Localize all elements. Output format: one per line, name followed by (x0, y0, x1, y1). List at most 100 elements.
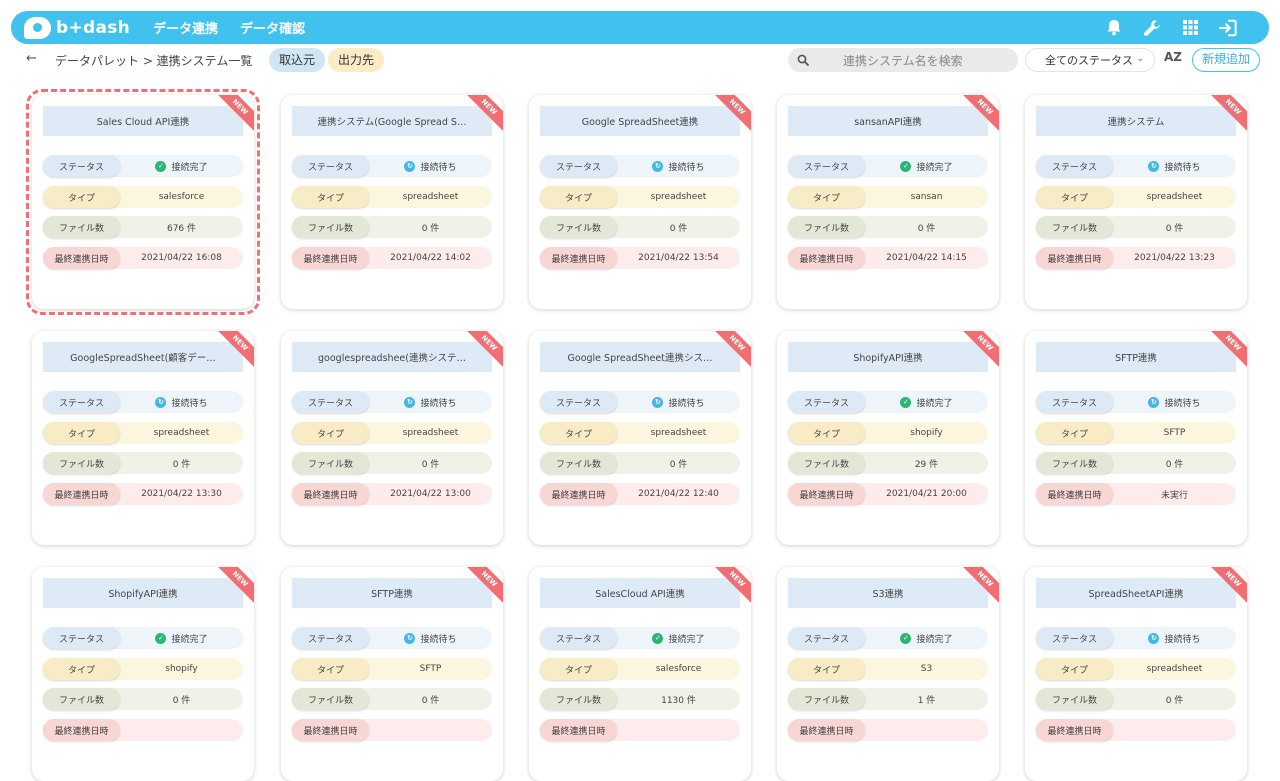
file-count-value: 0 件 (669, 223, 688, 234)
type-value: SFTP (1163, 428, 1186, 438)
last-sync-value: 2021/04/22 13:00 (390, 489, 471, 499)
tab-import-source[interactable]: 取込元 (269, 48, 326, 72)
type-row: タイプ spreadsheet (540, 186, 740, 208)
status-row: ステータス ✓ 接続完了 (788, 627, 988, 649)
last-sync-label: 最終連携日時 (1036, 483, 1113, 505)
last-sync-value: 2021/04/22 12:40 (638, 489, 719, 499)
system-card[interactable]: S3連携 NEW ステータス ✓ 接続完了 タイプ S3 ファイル数 1 件 最終… (777, 567, 999, 781)
system-card[interactable]: Sales Cloud API連携 NEW ステータス ✓ 接続完了 タイプ sa… (32, 95, 254, 309)
file-count-label: ファイル数 (1036, 452, 1113, 474)
status-value: ↻ 接続待ち (1113, 627, 1236, 649)
chevron-down-icon: ⌄ (1136, 54, 1144, 64)
last-sync-row: 最終連携日時 2021/04/22 13:23 (1036, 247, 1236, 269)
status-row: ステータス ↻ 接続待ち (540, 391, 740, 413)
status-label: ステータス (292, 155, 369, 177)
system-card[interactable]: SFTP連携 NEW ステータス ↻ 接続待ち タイプ SFTP ファイル数 0 … (1025, 331, 1247, 545)
card-title: SFTP連携 (1036, 342, 1236, 372)
type-label: タイプ (1036, 422, 1113, 444)
file-count-label: ファイル数 (292, 216, 369, 238)
nav-data-integration[interactable]: データ連携 (153, 18, 218, 37)
last-sync-value: 2021/04/21 20:00 (886, 489, 967, 499)
status-label: ステータス (1036, 155, 1113, 177)
add-new-button[interactable]: 新規追加 (1192, 48, 1260, 72)
card-title: SFTP連携 (292, 578, 492, 608)
last-sync-label: 最終連携日時 (540, 719, 617, 741)
last-sync-label: 最終連携日時 (43, 247, 120, 269)
status-value: ✓ 接続完了 (865, 155, 988, 177)
status-label: ステータス (788, 391, 865, 413)
last-sync-row: 最終連携日時 2021/04/22 13:30 (43, 483, 243, 505)
type-label: タイプ (292, 658, 369, 680)
status-value: ✓ 接続完了 (120, 155, 243, 177)
type-value: S3 (920, 664, 933, 674)
system-card[interactable]: sansanAPI連携 NEW ステータス ✓ 接続完了 タイプ sansan フ… (777, 95, 999, 309)
file-count-label: ファイル数 (43, 688, 120, 710)
system-card[interactable]: Google SpreadSheet連携 NEW ステータス ↻ 接続待ち タイプ… (529, 95, 751, 309)
type-row: タイプ spreadsheet (1036, 186, 1236, 208)
file-count-value: 0 件 (917, 223, 936, 234)
last-sync-row: 最終連携日時 2021/04/21 20:00 (788, 483, 988, 505)
card-title: ShopifyAPI連携 (43, 578, 243, 608)
status-value: ↻ 接続待ち (369, 627, 492, 649)
status-row: ステータス ↻ 接続待ち (1036, 391, 1236, 413)
type-value: spreadsheet (402, 428, 459, 438)
type-label: タイプ (292, 186, 369, 208)
last-sync-value (617, 719, 740, 741)
sync-icon: ↻ (404, 632, 416, 644)
tab-output-destination[interactable]: 出力先 (328, 48, 385, 72)
last-sync-label: 最終連携日時 (43, 719, 120, 741)
system-card[interactable]: SalesCloud API連携 NEW ステータス ✓ 接続完了 タイプ sal… (529, 567, 751, 781)
back-arrow-icon[interactable]: ← (26, 51, 37, 66)
file-count-row: ファイル数 1 件 (788, 688, 988, 710)
bell-icon[interactable] (1105, 19, 1123, 37)
system-card[interactable]: ShopifyAPI連携 NEW ステータス ✓ 接続完了 タイプ shopify… (32, 567, 254, 781)
file-count-value: 29 件 (914, 459, 939, 470)
status-value: ↻ 接続待ち (617, 391, 740, 413)
file-count-value: 0 件 (421, 223, 440, 234)
system-card[interactable]: ShopifyAPI連携 NEW ステータス ✓ 接続完了 タイプ shopify… (777, 331, 999, 545)
status-filter-select[interactable]: 全てのステータス ⌄ (1025, 48, 1155, 72)
file-count-label: ファイル数 (540, 452, 617, 474)
system-card[interactable]: SFTP連携 NEW ステータス ↻ 接続待ち タイプ SFTP ファイル数 0 … (281, 567, 503, 781)
last-sync-value: 2021/04/22 13:30 (141, 489, 222, 499)
status-label: ステータス (292, 627, 369, 649)
type-label: タイプ (1036, 186, 1113, 208)
file-count-label: ファイル数 (43, 216, 120, 238)
status-label: ステータス (540, 391, 617, 413)
system-card[interactable]: 連携システム(Google Spread S… NEW ステータス ↻ 接続待ち … (281, 95, 503, 309)
logo[interactable]: b+dash (24, 16, 130, 39)
type-value: shopify (165, 664, 198, 674)
type-row: タイプ spreadsheet (292, 186, 492, 208)
file-count-row: ファイル数 0 件 (43, 688, 243, 710)
status-value: ✓ 接続完了 (865, 627, 988, 649)
check-circle-icon: ✓ (900, 632, 912, 644)
sync-icon: ↻ (1148, 632, 1160, 644)
search-input[interactable]: 連携システム名を検索 (788, 48, 1018, 72)
type-value: spreadsheet (153, 428, 210, 438)
last-sync-row: 最終連携日時 2021/04/22 16:08 (43, 247, 243, 269)
file-count-value: 0 件 (1165, 695, 1184, 706)
status-row: ステータス ✓ 接続完了 (540, 627, 740, 649)
sort-az-icon[interactable]: AZ (1164, 50, 1182, 64)
last-sync-label: 最終連携日時 (788, 719, 865, 741)
file-count-row: ファイル数 0 件 (43, 452, 243, 474)
status-row: ステータス ↻ 接続待ち (1036, 627, 1236, 649)
system-card[interactable]: googlespreadshee(連携システ… NEW ステータス ↻ 接続待ち … (281, 331, 503, 545)
file-count-value: 0 件 (172, 695, 191, 706)
type-row: タイプ shopify (43, 658, 243, 680)
system-card[interactable]: Google SpreadSheet連携シス… NEW ステータス ↻ 接続待ち … (529, 331, 751, 545)
system-card[interactable]: 連携システム NEW ステータス ↻ 接続待ち タイプ spreadsheet フ… (1025, 95, 1247, 309)
grid-icon[interactable] (1181, 19, 1199, 37)
nav-data-check[interactable]: データ確認 (240, 18, 305, 37)
card-title: GoogleSpreadSheet(顧客デー… (43, 342, 243, 372)
wrench-icon[interactable] (1143, 19, 1161, 37)
system-card[interactable]: GoogleSpreadSheet(顧客デー… NEW ステータス ↻ 接続待ち … (32, 331, 254, 545)
system-card[interactable]: SpreadSheetAPI連携 NEW ステータス ↻ 接続待ち タイプ spr… (1025, 567, 1247, 781)
file-count-row: ファイル数 676 件 (43, 216, 243, 238)
status-row: ステータス ✓ 接続完了 (43, 155, 243, 177)
check-circle-icon: ✓ (900, 160, 912, 172)
logout-icon[interactable] (1219, 19, 1237, 37)
file-count-row: ファイル数 0 件 (1036, 452, 1236, 474)
last-sync-value: 未実行 (1160, 490, 1188, 501)
type-row: タイプ S3 (788, 658, 988, 680)
